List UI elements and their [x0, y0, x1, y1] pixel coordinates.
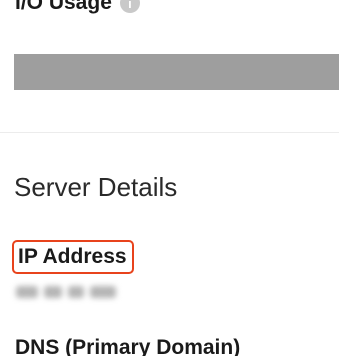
server-info-panel: I/O Usage i Server Details IP Address DN… [0, 0, 339, 356]
info-icon[interactable]: i [119, 0, 140, 13]
section-divider [0, 132, 339, 133]
ip-address-value-redacted [16, 286, 126, 298]
server-details-title: Server Details [14, 172, 178, 202]
io-usage-progress-fill [14, 54, 339, 90]
io-usage-progress-bar [14, 54, 339, 90]
ip-address-label: IP Address [12, 240, 134, 274]
dns-primary-domain-label: DNS (Primary Domain) [15, 336, 241, 356]
io-usage-label: I/O Usage [15, 0, 112, 14]
info-icon-glyph: i [128, 0, 132, 11]
redacted-segment [90, 286, 116, 298]
redacted-segment [68, 286, 84, 298]
io-usage-header: I/O Usage i [15, 0, 140, 15]
redacted-segment [16, 286, 38, 298]
redacted-segment [44, 286, 62, 298]
